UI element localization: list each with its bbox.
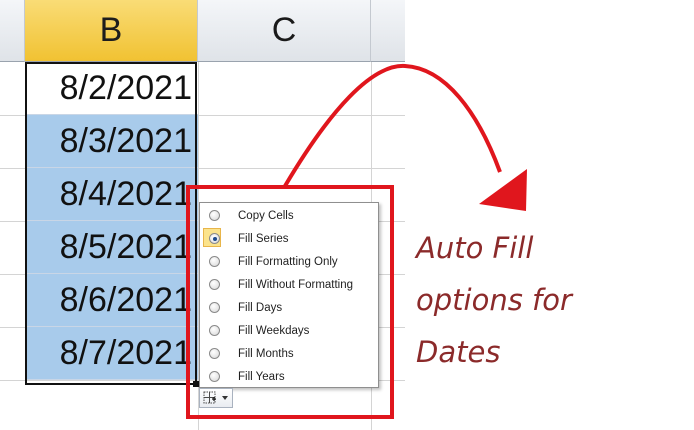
- column-header-c[interactable]: C: [198, 0, 371, 62]
- menu-item-label: Fill Years: [238, 370, 285, 383]
- menu-item-label: Fill Without Formatting: [238, 278, 354, 291]
- radio-icon[interactable]: [209, 371, 220, 382]
- caption-line: options for: [416, 283, 572, 317]
- menu-item-label: Copy Cells: [238, 209, 294, 222]
- radio-icon[interactable]: [209, 325, 220, 336]
- radio-icon[interactable]: [209, 348, 220, 359]
- menu-item-label: Fill Formatting Only: [238, 255, 338, 268]
- menu-item-fill-days[interactable]: Fill Days: [202, 296, 376, 319]
- corner-header[interactable]: [0, 0, 25, 62]
- radio-icon[interactable]: [209, 302, 220, 313]
- menu-item-fill-years[interactable]: Fill Years: [202, 365, 376, 388]
- cell-b-date[interactable]: 8/5/2021: [25, 221, 198, 274]
- cell-b-date[interactable]: 8/2/2021: [25, 62, 198, 115]
- menu-item-label: Fill Days: [238, 301, 283, 314]
- menu-item-fill-months[interactable]: Fill Months: [202, 342, 376, 365]
- cell-b-date[interactable]: 8/4/2021: [25, 168, 198, 221]
- menu-item-fill-without-formatting[interactable]: Fill Without Formatting: [202, 273, 376, 296]
- cell-b-date[interactable]: 8/6/2021: [25, 274, 198, 327]
- menu-item-fill-weekdays[interactable]: Fill Weekdays: [202, 319, 376, 342]
- cell-b-date[interactable]: 8/7/2021: [25, 327, 198, 380]
- cell-b-date[interactable]: 8/3/2021: [25, 115, 198, 168]
- radio-icon[interactable]: [209, 210, 220, 221]
- column-header-b[interactable]: B: [25, 0, 198, 62]
- caption-line: Auto Fill: [416, 231, 534, 265]
- annotation-caption: Auto Fill options for Dates: [416, 222, 676, 378]
- menu-item-copy-cells[interactable]: Copy Cells: [202, 204, 376, 227]
- auto-fill-options-menu: Copy Cells Fill Series Fill Formatting O…: [199, 202, 379, 388]
- radio-icon[interactable]: [209, 256, 220, 267]
- radio-selected-icon[interactable]: [209, 233, 220, 244]
- radio-icon[interactable]: [209, 279, 220, 290]
- column-header-d[interactable]: [371, 0, 405, 62]
- menu-item-label: Fill Weekdays: [238, 324, 310, 337]
- auto-fill-options-button[interactable]: [199, 388, 233, 408]
- caption-line: Dates: [416, 335, 501, 369]
- auto-fill-options-icon: [203, 391, 228, 404]
- menu-item-fill-formatting-only[interactable]: Fill Formatting Only: [202, 250, 376, 273]
- menu-item-label: Fill Months: [238, 347, 294, 360]
- menu-item-fill-series[interactable]: Fill Series: [202, 227, 376, 250]
- menu-item-label: Fill Series: [238, 232, 289, 245]
